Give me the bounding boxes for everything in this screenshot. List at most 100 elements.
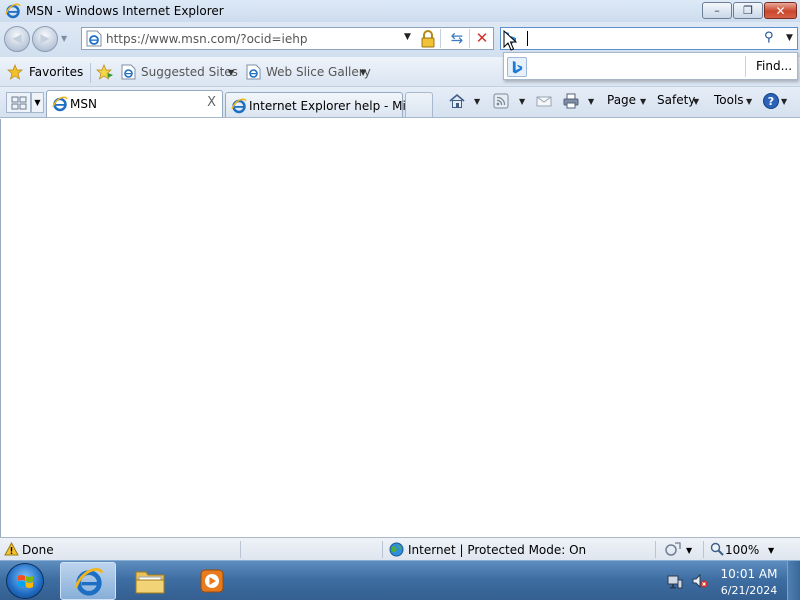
- tools-menu[interactable]: Tools: [714, 93, 744, 107]
- address-separator: [440, 29, 441, 48]
- internet-zone-globe-icon: [389, 542, 404, 557]
- refresh-icon[interactable]: ⇆: [448, 30, 466, 48]
- media-player-icon: [200, 569, 224, 593]
- security-zone-text[interactable]: Internet | Protected Mode: On: [408, 543, 586, 557]
- internet-explorer-icon: [74, 568, 104, 596]
- zoom-dropdown[interactable]: ▼: [768, 546, 774, 555]
- tab-label: Internet Explorer help - Mi...: [249, 99, 418, 113]
- feeds-dropdown[interactable]: ▼: [519, 97, 525, 106]
- mail-icon[interactable]: [535, 92, 553, 110]
- page-menu[interactable]: Page: [607, 93, 636, 107]
- search-suggestions-popup: Find...: [503, 52, 798, 80]
- taskbar-windows-media-player[interactable]: [184, 562, 240, 600]
- favorites-button[interactable]: Favorites: [29, 65, 83, 79]
- warning-icon: [4, 542, 19, 556]
- page-content[interactable]: [0, 119, 800, 537]
- back-button[interactable]: ◀: [4, 26, 30, 52]
- text-cursor: [527, 31, 528, 46]
- find-on-page-button[interactable]: Find...: [756, 59, 792, 73]
- tab-list-dropdown[interactable]: ▼: [31, 92, 44, 113]
- clock-date[interactable]: 6/21/2024: [712, 584, 786, 597]
- suggested-sites-link[interactable]: Suggested Sites: [141, 65, 238, 79]
- search-box[interactable]: ⚲ ▼: [500, 27, 798, 50]
- close-button[interactable]: ✕: [764, 2, 797, 19]
- status-bar: Done Internet | Protected Mode: On ▼ 100…: [0, 537, 800, 560]
- protected-mode-icon[interactable]: [665, 542, 681, 557]
- feeds-icon[interactable]: [492, 92, 510, 110]
- ie-page-icon: [246, 64, 261, 80]
- page-dropdown[interactable]: ▼: [640, 97, 646, 106]
- tab-row: ▼ MSN X Internet Explorer help - Mi... ▼…: [0, 87, 800, 118]
- internet-explorer-icon: [231, 98, 247, 114]
- popup-separator: [745, 56, 746, 77]
- close-icon: ✕: [775, 3, 786, 18]
- mouse-cursor-icon: [503, 30, 517, 51]
- help-dropdown[interactable]: ▼: [781, 97, 787, 106]
- minimize-button[interactable]: –: [702, 2, 732, 19]
- page-icon: [86, 30, 102, 47]
- address-dropdown-icon[interactable]: ▼: [404, 32, 411, 42]
- start-button[interactable]: [6, 563, 44, 599]
- add-to-favorites-bar-icon[interactable]: [96, 64, 114, 80]
- safety-dropdown[interactable]: ▼: [693, 97, 699, 106]
- restore-icon: ❐: [743, 4, 753, 17]
- address-bar[interactable]: https://www.msn.com/?ocid=iehp ▼ ⇆ ✕: [81, 27, 494, 50]
- web-slice-gallery-link[interactable]: Web Slice Gallery: [266, 65, 371, 79]
- new-tab-button[interactable]: [405, 92, 433, 117]
- print-dropdown[interactable]: ▼: [588, 97, 594, 106]
- lock-icon[interactable]: [420, 30, 436, 48]
- address-url[interactable]: https://www.msn.com/?ocid=iehp: [106, 32, 307, 46]
- favorites-separator: [90, 63, 91, 83]
- close-tab-icon[interactable]: X: [207, 95, 216, 110]
- help-icon[interactable]: ?: [762, 92, 780, 110]
- taskbar: 10:01 AM 6/21/2024: [0, 560, 800, 600]
- zoom-icon[interactable]: [710, 542, 724, 556]
- search-options-dropdown[interactable]: ▼: [786, 33, 793, 43]
- bing-icon: [512, 61, 523, 74]
- taskbar-internet-explorer[interactable]: [60, 562, 116, 600]
- forward-button[interactable]: ▶: [32, 26, 58, 52]
- home-dropdown[interactable]: ▼: [474, 97, 480, 106]
- tab-msn[interactable]: MSN X: [46, 90, 223, 117]
- safety-menu[interactable]: Safety: [657, 93, 695, 107]
- recent-pages-dropdown[interactable]: ▼: [61, 34, 67, 43]
- volume-muted-icon[interactable]: [692, 573, 708, 589]
- tools-dropdown[interactable]: ▼: [746, 97, 752, 106]
- maximize-button[interactable]: ❐: [733, 2, 763, 19]
- tab-ie-help[interactable]: Internet Explorer help - Mi...: [225, 92, 417, 117]
- status-separator: [655, 541, 656, 558]
- network-icon[interactable]: [667, 573, 683, 589]
- home-icon[interactable]: [448, 92, 466, 110]
- ie-page-icon: [121, 64, 136, 80]
- address-separator: [469, 29, 470, 48]
- svg-text:?: ?: [768, 95, 774, 108]
- internet-explorer-icon: [5, 3, 21, 19]
- taskbar-windows-explorer[interactable]: [122, 562, 178, 600]
- forward-arrow-icon: ▶: [40, 31, 50, 45]
- favorites-star-icon[interactable]: [7, 64, 23, 80]
- zoom-level[interactable]: 100%: [725, 543, 759, 557]
- protected-mode-dropdown[interactable]: ▼: [686, 546, 692, 555]
- window-title: MSN - Windows Internet Explorer: [26, 4, 224, 18]
- title-bar: MSN - Windows Internet Explorer – ❐ ✕: [0, 0, 800, 22]
- status-text: Done: [22, 543, 54, 557]
- minimize-icon: –: [714, 4, 720, 17]
- suggested-sites-dropdown[interactable]: ▼: [228, 68, 234, 77]
- status-separator: [382, 541, 383, 558]
- quick-tabs-button[interactable]: [6, 92, 31, 113]
- quick-tabs-icon: [11, 96, 27, 110]
- status-separator: [240, 541, 241, 558]
- tab-label: MSN: [70, 97, 97, 111]
- stop-icon[interactable]: ✕: [473, 30, 491, 48]
- search-provider-bing[interactable]: [507, 57, 527, 77]
- show-desktop-button[interactable]: [787, 561, 800, 600]
- back-arrow-icon: ◀: [12, 31, 22, 45]
- internet-explorer-icon: [52, 96, 68, 112]
- clock-time[interactable]: 10:01 AM: [712, 567, 786, 581]
- windows-logo-icon: [18, 575, 33, 588]
- print-icon[interactable]: [562, 92, 580, 110]
- search-icon[interactable]: ⚲: [764, 30, 774, 45]
- web-slice-gallery-dropdown[interactable]: ▼: [360, 68, 366, 77]
- folder-icon: [135, 571, 165, 594]
- status-separator: [703, 541, 704, 558]
